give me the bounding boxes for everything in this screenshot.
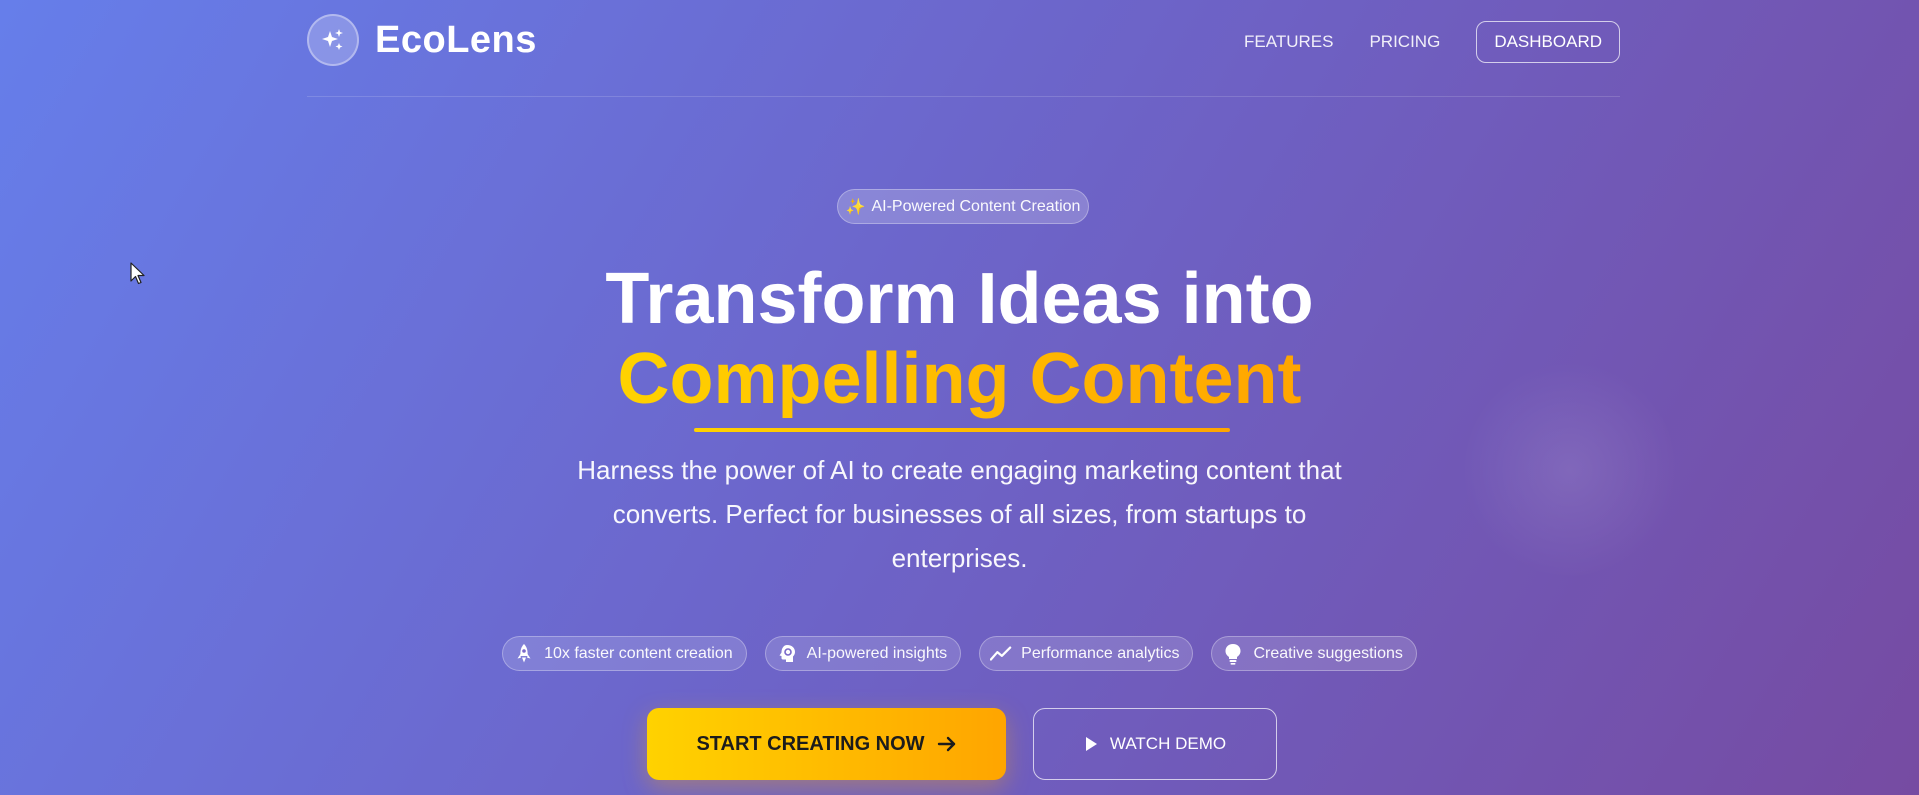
main-nav: FEATURES PRICING DASHBOARD [1244, 21, 1620, 63]
feature-pill: Performance analytics [979, 636, 1194, 671]
hero-title-line2: Compelling Content [0, 338, 1919, 420]
dashboard-button[interactable]: DASHBOARD [1476, 21, 1620, 63]
start-creating-label: START CREATING NOW [696, 732, 925, 755]
start-creating-button[interactable]: START CREATING NOW [647, 708, 1006, 780]
nav-features-link[interactable]: FEATURES [1244, 32, 1333, 52]
feature-label: Performance analytics [1021, 644, 1180, 662]
play-icon [1084, 736, 1098, 752]
feature-label: Creative suggestions [1253, 644, 1403, 662]
feature-pill: Creative suggestions [1211, 636, 1417, 671]
feature-pills: 10x faster content creation AI-powered i… [0, 636, 1919, 671]
sparkle-icon: ✨ [845, 198, 866, 216]
nav-pricing-link[interactable]: PRICING [1369, 32, 1440, 52]
feature-pill: AI-powered insights [764, 636, 962, 671]
arrow-right-icon [937, 735, 957, 753]
feature-pill: 10x faster content creation [502, 636, 747, 671]
brain-icon [776, 643, 798, 665]
hero-title-line1: Transform Ideas into [605, 259, 1314, 339]
feature-label: AI-powered insights [806, 644, 948, 662]
cta-group: START CREATING NOW WATCH DEMO [647, 708, 1277, 780]
hero-title-highlight: Compelling Content [617, 339, 1302, 419]
hero-subtitle: Harness the power of AI to create engagi… [577, 455, 1342, 573]
ai-badge: ✨ AI-Powered Content Creation [837, 189, 1089, 224]
feature-label: 10x faster content creation [544, 644, 733, 662]
trend-icon [990, 643, 1012, 665]
lightbulb-icon [1222, 643, 1244, 665]
logo[interactable]: EcoLens [307, 14, 537, 66]
brand-name: EcoLens [375, 18, 537, 61]
watch-demo-label: WATCH DEMO [1109, 734, 1227, 753]
watch-demo-button[interactable]: WATCH DEMO [1033, 708, 1277, 780]
site-header: EcoLens FEATURES PRICING DASHBOARD [307, 0, 1620, 97]
mouse-cursor-icon [130, 262, 146, 291]
rocket-icon [513, 643, 535, 665]
sparkles-icon [307, 14, 359, 66]
title-underline [694, 428, 1230, 432]
badge-text: AI-Powered Content Creation [871, 197, 1081, 215]
